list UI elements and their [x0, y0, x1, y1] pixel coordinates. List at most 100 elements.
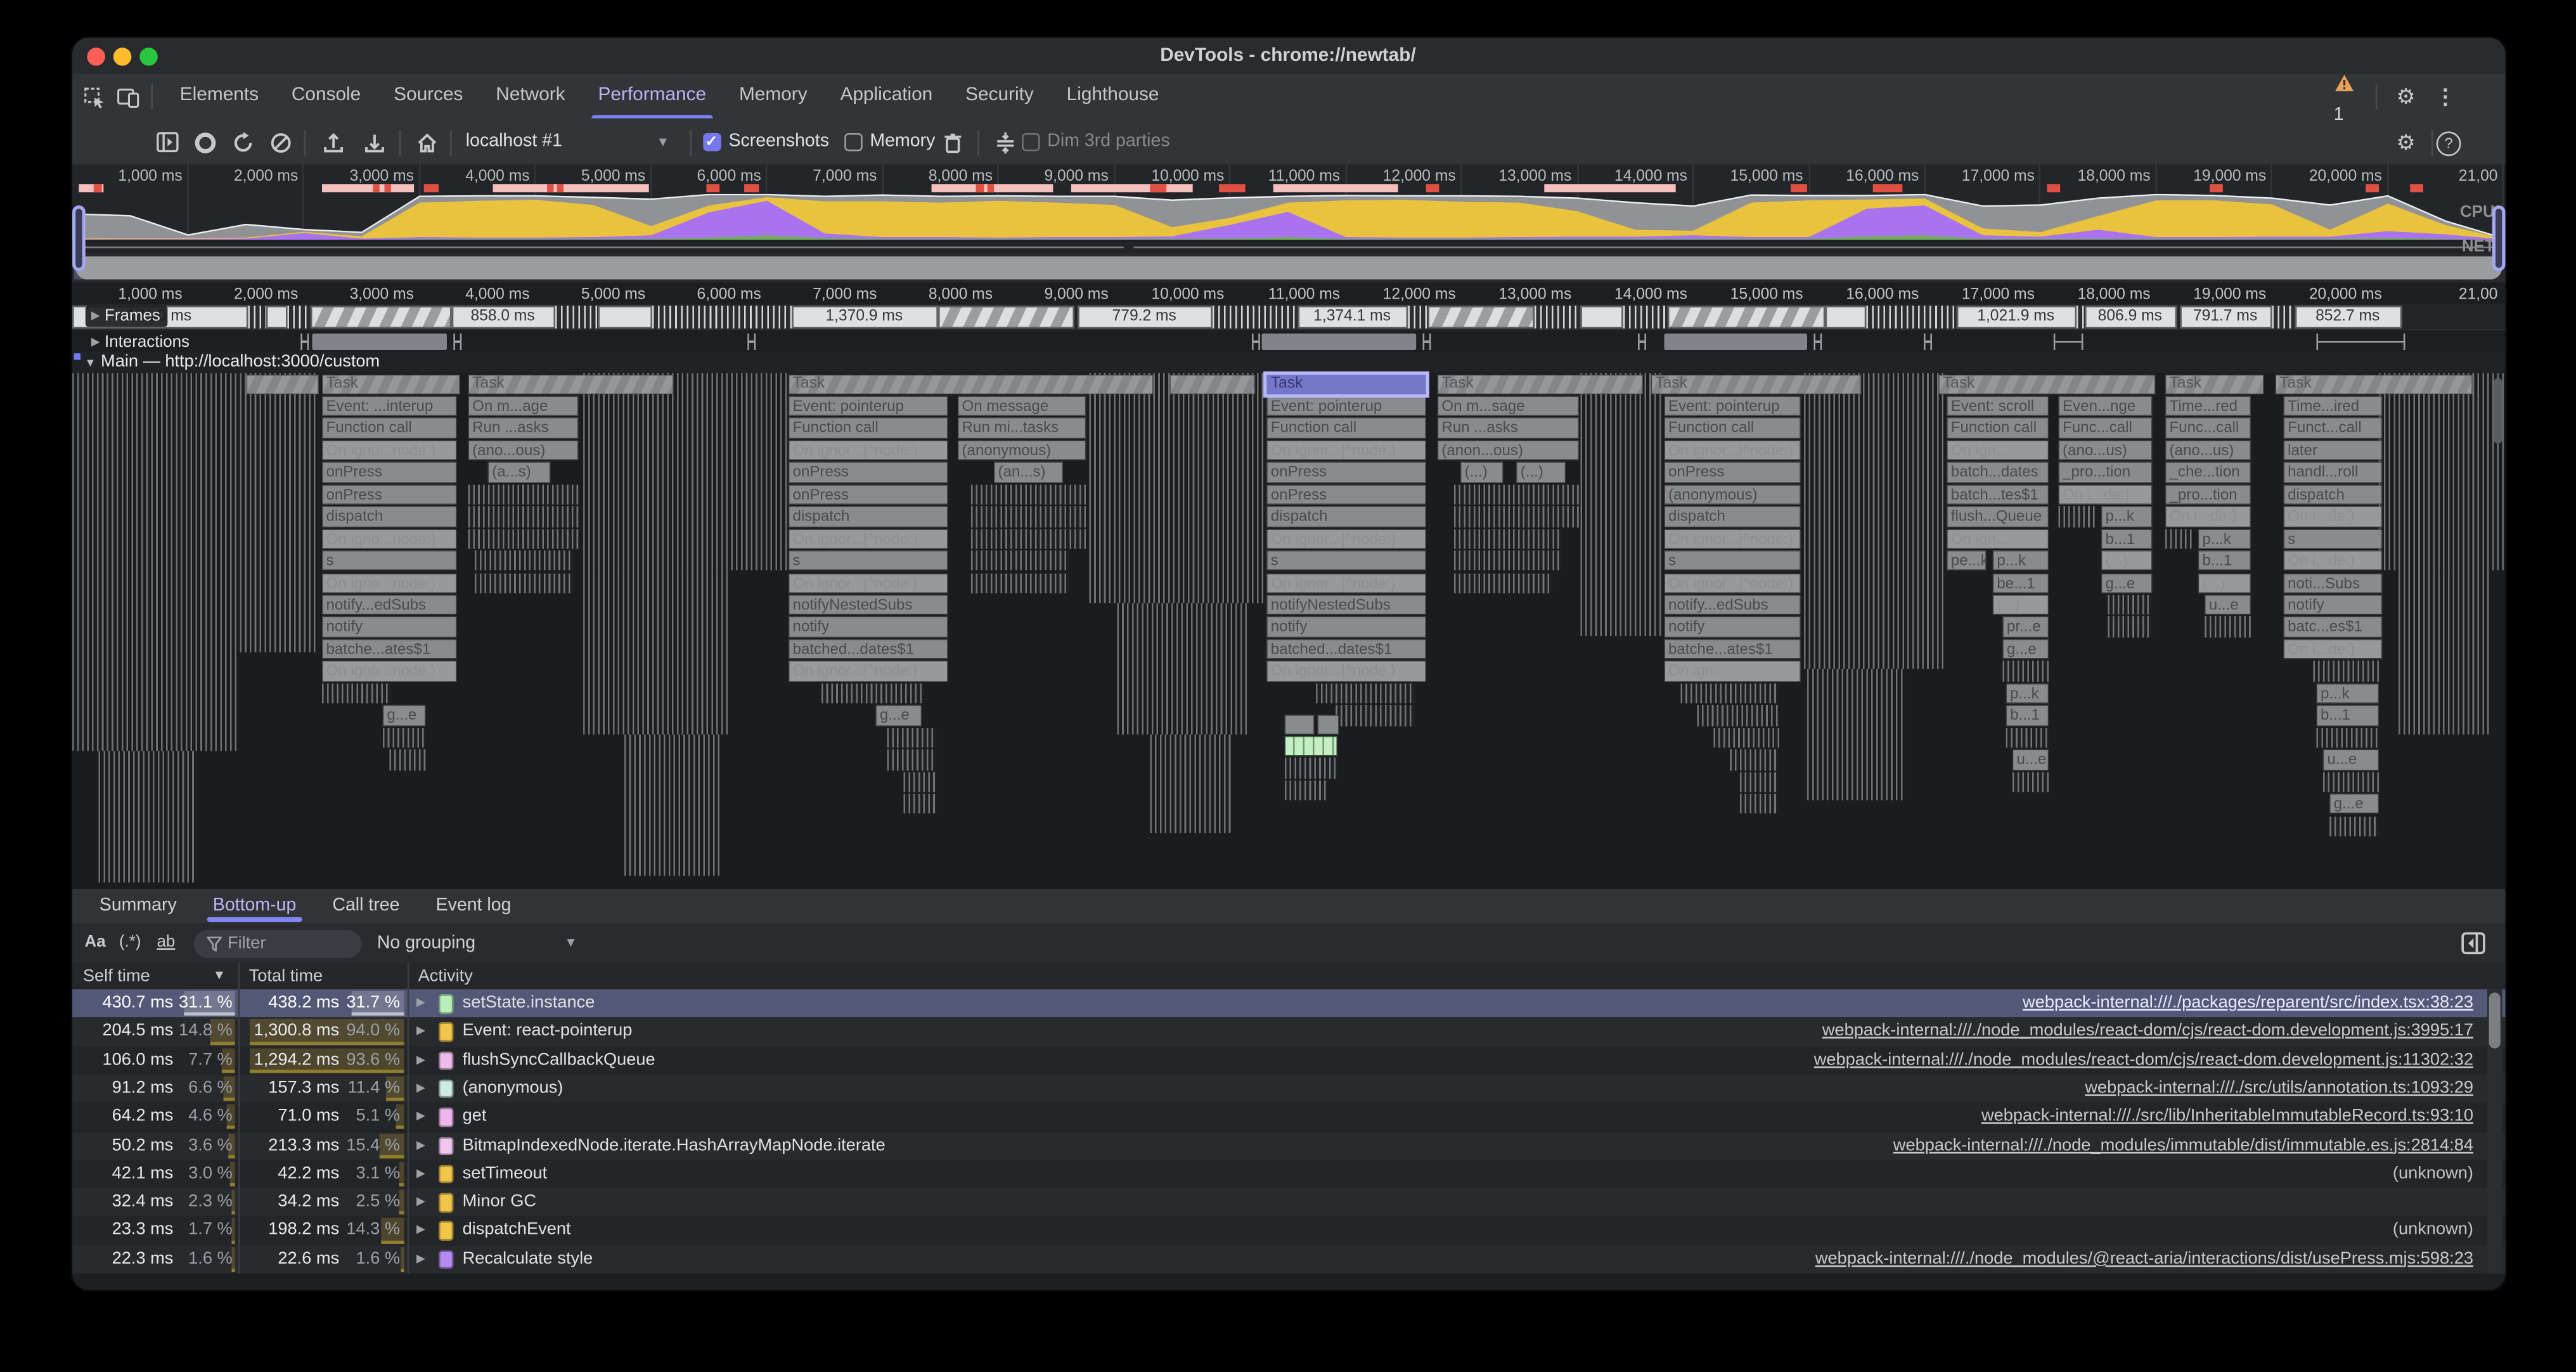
inspect-element-icon[interactable]: [81, 84, 107, 110]
frame-segment[interactable]: [652, 305, 791, 328]
interaction-bar[interactable]: [311, 333, 446, 350]
flame-bar[interactable]: On ignor...|^node:): [1663, 573, 1800, 593]
frames-track[interactable]: 171.0 ms858.0 ms1,370.9 ms779.2 ms1,374.…: [72, 304, 2505, 328]
source-link[interactable]: webpack-internal:///./node_modules/@reac…: [1815, 1245, 2473, 1274]
flame-bar[interactable]: [1453, 507, 1578, 527]
flame-bar[interactable]: On m...sage: [1437, 396, 1578, 416]
table-row[interactable]: 42.1 ms3.0 %42.2 ms3.1 %▶setTimeout(unkn…: [72, 1160, 2505, 1188]
frame-segment[interactable]: [287, 305, 309, 328]
flame-bar[interactable]: onPress: [321, 484, 456, 505]
flame-bar[interactable]: batched...dates$1: [1266, 639, 1425, 659]
flame-bar[interactable]: On ignor...|^node:): [788, 529, 947, 549]
flame-bar[interactable]: notify: [788, 617, 947, 637]
frame-segment[interactable]: 779.2 ms: [1077, 305, 1212, 328]
frame-segment[interactable]: [1533, 305, 1580, 328]
frame-segment[interactable]: [310, 305, 451, 328]
flame-bar[interactable]: notify: [321, 617, 456, 637]
flame-task-bar[interactable]: Task: [788, 374, 1152, 394]
tab-elements[interactable]: Elements: [164, 74, 275, 119]
flame-bar[interactable]: Function call: [1663, 418, 1800, 438]
flame-bar[interactable]: [474, 551, 573, 571]
interaction-whisker[interactable]: [2315, 333, 2404, 349]
flame-bar[interactable]: p...k: [2101, 507, 2151, 527]
flame-bar[interactable]: _che...tion: [2165, 462, 2250, 482]
flame-bar[interactable]: g...e: [2329, 794, 2378, 814]
tab-console[interactable]: Console: [275, 74, 377, 119]
table-row[interactable]: 106.0 ms7.7 %1,294.2 ms93.6 %▶flushSyncC…: [72, 1046, 2505, 1075]
flame-bar[interactable]: Run ...asks: [467, 418, 577, 438]
flame-bar[interactable]: s: [1663, 551, 1800, 571]
frame-segment[interactable]: [1427, 305, 1533, 328]
sort-desc-icon[interactable]: ▼: [213, 963, 226, 989]
frame-segment[interactable]: [1622, 305, 1666, 328]
tab-performance[interactable]: Performance: [582, 74, 723, 119]
flame-bar[interactable]: [1739, 794, 1778, 814]
overview-window-left-handle[interactable]: [72, 205, 85, 271]
flame-bar[interactable]: pr...e: [2002, 617, 2048, 637]
flame-bar[interactable]: (...): [2198, 573, 2250, 593]
flame-bar[interactable]: Event: ...interup: [321, 396, 456, 416]
flame-task-bar[interactable]: [1169, 374, 1254, 394]
col-activity[interactable]: Activity: [418, 963, 473, 989]
expand-row-icon[interactable]: ▶: [416, 1018, 425, 1046]
flame-bar[interactable]: Time...red: [2165, 396, 2250, 416]
source-link[interactable]: webpack-internal:///./node_modules/react…: [1822, 1018, 2473, 1046]
flame-bar[interactable]: dispatch: [1663, 507, 1800, 527]
flame-bar[interactable]: On ignor...|^node:): [1266, 573, 1425, 593]
flame-bar[interactable]: batch...tes$1: [1946, 484, 2048, 505]
flame-bar[interactable]: dispatch: [2283, 484, 2381, 505]
flame-bar[interactable]: _pro...tion: [2165, 484, 2250, 505]
frame-segment[interactable]: [1407, 305, 1427, 328]
source-link[interactable]: webpack-internal:///./packages/reparent/…: [2023, 989, 2473, 1018]
home-icon[interactable]: [413, 129, 439, 155]
flame-bar[interactable]: _pro...tion: [2058, 462, 2151, 482]
flame-bar[interactable]: (...): [1992, 595, 2048, 615]
frame-segment[interactable]: 1,370.9 ms: [791, 305, 937, 328]
flame-bar[interactable]: dispatch: [321, 507, 456, 527]
frame-segment[interactable]: [2076, 305, 2084, 328]
regex-icon[interactable]: (.*): [119, 924, 141, 963]
flame-bar[interactable]: (anonymous): [1663, 484, 1800, 505]
flame-bar[interactable]: notify: [2283, 595, 2381, 615]
expand-row-icon[interactable]: ▶: [416, 989, 425, 1018]
screenshots-checkbox[interactable]: ✓: [702, 133, 721, 152]
grouping-select[interactable]: No grouping: [377, 924, 475, 963]
interaction-whisker[interactable]: [2052, 333, 2082, 349]
flame-bar[interactable]: notify: [1663, 617, 1800, 637]
flame-task-bar[interactable]: [245, 374, 318, 394]
flame-bar[interactable]: onPress: [788, 484, 947, 505]
frame-segment[interactable]: [266, 305, 287, 328]
flame-bar[interactable]: s: [1266, 551, 1425, 571]
flame-bar[interactable]: On ignor...|^node:): [1663, 440, 1800, 460]
flame-bar[interactable]: batche...ates$1: [1663, 639, 1800, 659]
flame-bar[interactable]: s: [788, 551, 947, 571]
flame-bar[interactable]: Funct...call: [2283, 418, 2381, 438]
source-link[interactable]: webpack-internal:///./node_modules/react…: [1814, 1046, 2473, 1075]
flame-bar[interactable]: [903, 772, 936, 792]
frame-segment[interactable]: [1824, 305, 1865, 328]
flame-bar[interactable]: (a...s): [487, 462, 549, 482]
reload-and-record-icon[interactable]: [229, 129, 255, 155]
flame-bar[interactable]: u...e: [2204, 595, 2250, 615]
flame-bar[interactable]: On i...de:): [2283, 507, 2381, 527]
filter-input[interactable]: Filter: [193, 929, 361, 957]
flame-bar[interactable]: [1284, 780, 1327, 800]
flame-bar[interactable]: dispatch: [1266, 507, 1425, 527]
flame-bar[interactable]: [970, 529, 1085, 549]
source-link[interactable]: webpack-internal:///./node_modules/immut…: [1893, 1131, 2473, 1160]
flame-bar[interactable]: p...k: [2315, 683, 2378, 704]
flame-selected-task-bar[interactable]: Task: [1266, 374, 1425, 394]
tab-application[interactable]: Application: [824, 74, 950, 119]
frame-segment[interactable]: [1865, 305, 1956, 328]
flame-bar[interactable]: [382, 727, 425, 747]
interaction-whisker-tick[interactable]: [1923, 333, 1931, 349]
flame-bar[interactable]: be...1: [1992, 573, 2048, 593]
grouping-chevron-icon[interactable]: ▼: [564, 924, 577, 963]
col-total-time[interactable]: Total time: [249, 963, 323, 989]
flame-bar[interactable]: pe...k: [1946, 551, 1985, 571]
flame-bar[interactable]: noti...Subs: [2283, 573, 2381, 593]
table-row[interactable]: 32.4 ms2.3 %34.2 ms2.5 %▶Minor GC: [72, 1188, 2505, 1217]
frames-track-label[interactable]: ▶ Frames: [84, 306, 167, 327]
table-row[interactable]: 430.7 ms31.1 %438.2 ms31.7 %▶setState.in…: [72, 989, 2505, 1018]
flame-bar[interactable]: Function call: [1946, 418, 2048, 438]
